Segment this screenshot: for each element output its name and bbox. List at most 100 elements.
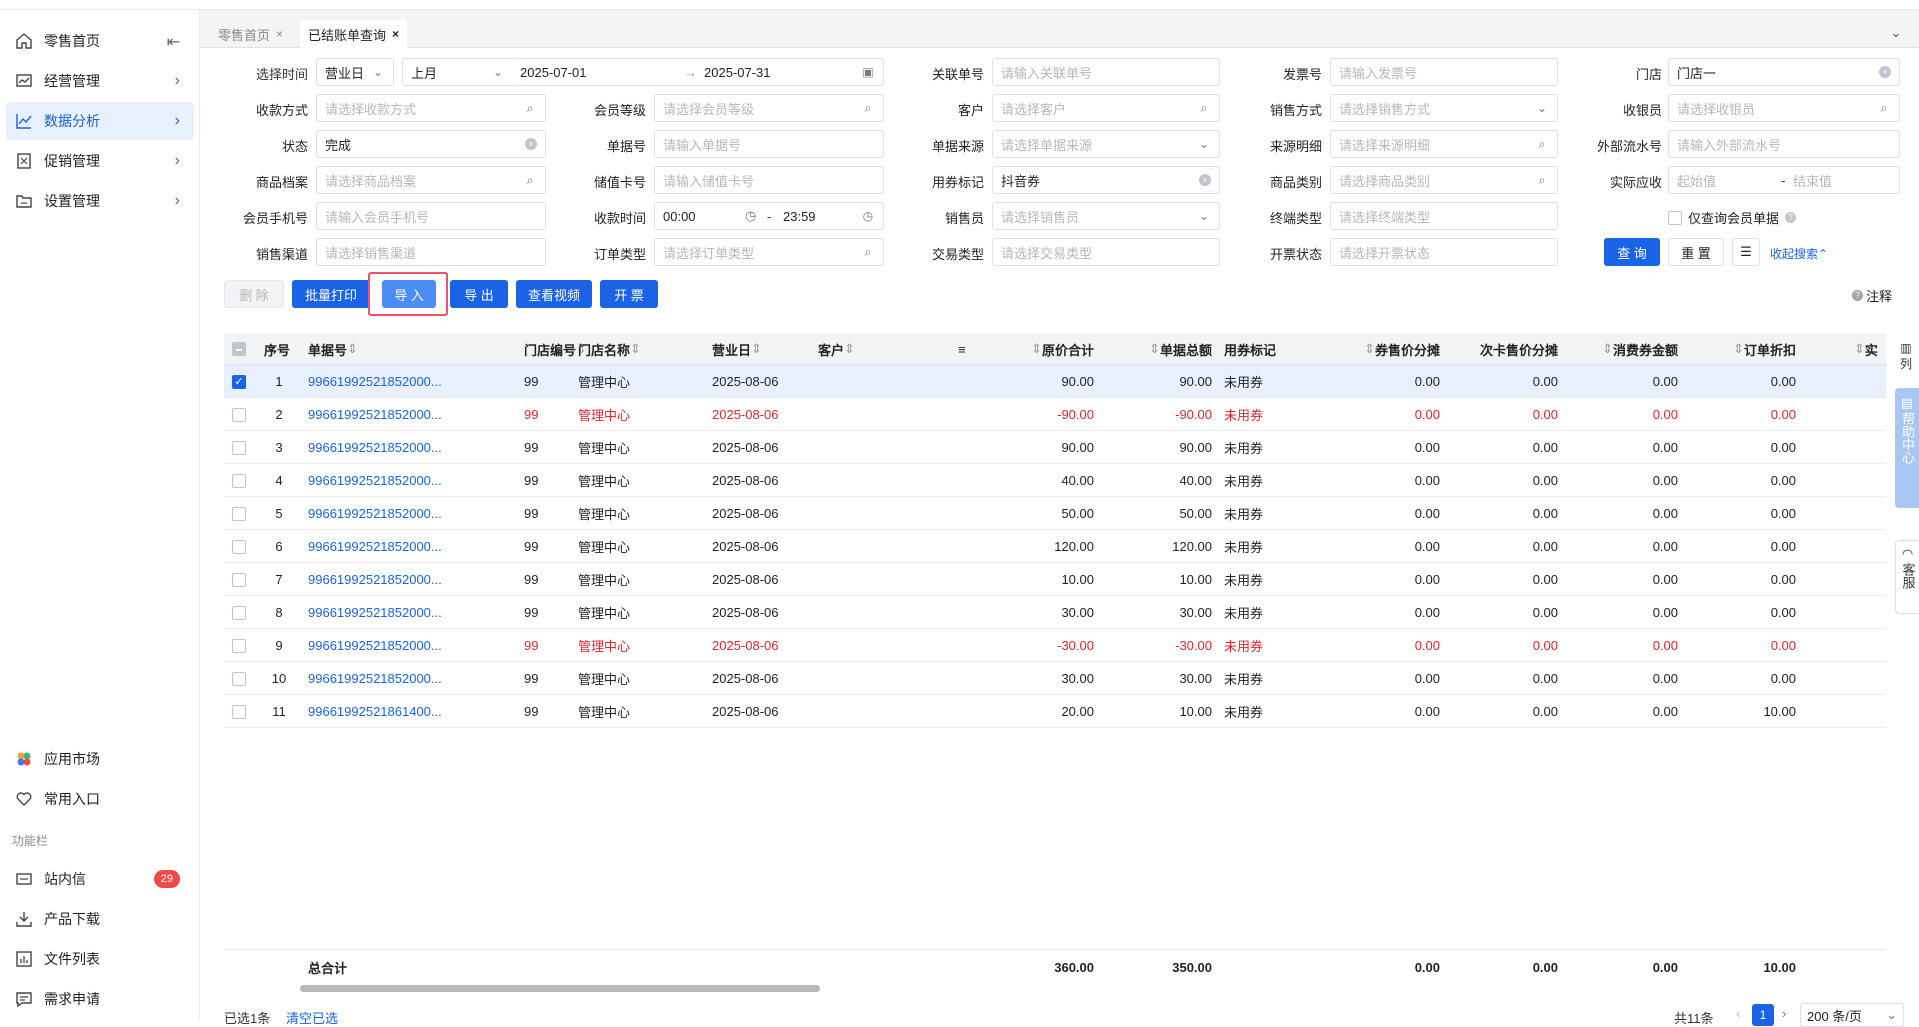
member-level-select[interactable]: 请选择会员等级 ⌕ bbox=[654, 94, 884, 122]
col-more[interactable]: ⇕ 实 bbox=[1854, 333, 1878, 365]
actual-due-range[interactable]: 起始值 - 结束值 bbox=[1668, 166, 1900, 194]
goods-cat-select[interactable]: 请选择商品类别 ⌕ bbox=[1330, 166, 1558, 194]
time-end[interactable]: 23:59 bbox=[783, 209, 816, 224]
checkbox[interactable] bbox=[232, 539, 246, 554]
checkbox[interactable] bbox=[232, 638, 246, 653]
delete-button[interactable]: 删 除 bbox=[224, 280, 284, 308]
select-all-checkbox[interactable] bbox=[232, 333, 246, 365]
row-checkbox[interactable] bbox=[232, 497, 246, 530]
cell-doc-no[interactable]: 99661992521852000... bbox=[308, 629, 516, 662]
horizontal-scrollbar[interactable] bbox=[300, 985, 820, 992]
clear-selection-link[interactable]: 清空已选 bbox=[286, 1008, 338, 1027]
col-doc-no[interactable]: 单据号 ⇕ bbox=[308, 333, 358, 365]
time-type-select[interactable]: 营业日 ⌄ bbox=[316, 58, 394, 86]
doc-no-input[interactable]: 请输入单据号 bbox=[654, 130, 884, 158]
range-start[interactable]: 起始值 bbox=[1677, 171, 1716, 190]
salesman-select[interactable]: 请选择销售员 ⌄ bbox=[992, 202, 1220, 230]
collect-time-range[interactable]: 00:00 ◷ - 23:59 ◷ bbox=[654, 202, 884, 230]
help-icon[interactable]: ? bbox=[1785, 212, 1797, 223]
row-checkbox[interactable] bbox=[232, 398, 246, 431]
col-order-discount[interactable]: ⇕ 订单折扣 bbox=[1688, 333, 1796, 365]
sidebar-item-downloads[interactable]: 产品下载 bbox=[6, 900, 194, 938]
stored-card-input[interactable]: 请输入储值卡号 bbox=[654, 166, 884, 194]
sidebar-item-app-market[interactable]: 应用市场 bbox=[6, 740, 194, 778]
customer-select[interactable]: 请选择客户 ⌕ bbox=[992, 94, 1220, 122]
checkbox[interactable] bbox=[232, 671, 246, 686]
goods-select[interactable]: 请选择商品档案 ⌕ bbox=[316, 166, 546, 194]
col-coupon-share[interactable]: ⇕ 券售价分摊 bbox=[1344, 333, 1440, 365]
cell-doc-no[interactable]: 99661992521861400... bbox=[308, 695, 516, 728]
chevron-down-icon[interactable]: ⌄ bbox=[1885, 22, 1907, 44]
trade-type-select[interactable]: 请选择交易类型 bbox=[992, 238, 1220, 266]
checkbox[interactable] bbox=[232, 605, 246, 620]
import-button[interactable]: 导 入 bbox=[382, 280, 436, 308]
cell-doc-no[interactable]: 99661992521852000... bbox=[308, 596, 516, 629]
query-button[interactable]: 查 询 bbox=[1604, 238, 1660, 266]
table-row[interactable]: 4 99661992521852000... 99 管理中心 2025-08-06 40.… bbox=[224, 464, 1886, 497]
table-row[interactable]: ✓ 1 99661992521852000... 99 管理中心 2025-08-06 90… bbox=[224, 365, 1886, 398]
help-center-button[interactable]: ▤ 帮助中心 bbox=[1895, 388, 1919, 508]
source-detail-select[interactable]: 请选择来源明细 ⌕ bbox=[1330, 130, 1558, 158]
customer-service-button[interactable]: ◠ 客服 bbox=[1895, 540, 1919, 614]
period-select[interactable]: 上月 ⌄ bbox=[402, 58, 514, 86]
cell-doc-no[interactable]: 99661992521852000... bbox=[308, 530, 516, 563]
sidebar-item-business[interactable]: 经营管理 › bbox=[6, 62, 194, 100]
store-select[interactable]: 门店一 × bbox=[1668, 58, 1900, 86]
table-row[interactable]: 7 99661992521852000... 99 管理中心 2025-08-06 10.… bbox=[224, 563, 1886, 596]
checkbox[interactable] bbox=[1668, 210, 1682, 225]
sidebar-item-settings[interactable]: 设置管理 › bbox=[6, 182, 194, 220]
sidebar-item-common-entry[interactable]: 常用入口 bbox=[6, 780, 194, 818]
cell-doc-no[interactable]: 99661992521852000... bbox=[308, 662, 516, 695]
member-phone-input[interactable]: 请输入会员手机号 bbox=[316, 202, 546, 230]
advanced-filter-icon[interactable]: ☰ bbox=[1732, 238, 1760, 266]
cell-doc-no[interactable]: 99661992521852000... bbox=[308, 497, 516, 530]
time-start[interactable]: 00:00 bbox=[663, 209, 696, 224]
sale-method-select[interactable]: 请选择销售方式 ⌄ bbox=[1330, 94, 1558, 122]
row-checkbox[interactable] bbox=[232, 464, 246, 497]
sidebar-item-promotion[interactable]: 促销管理 › bbox=[6, 142, 194, 180]
sidebar-item-file-list[interactable]: 文件列表 bbox=[6, 940, 194, 978]
cell-doc-no[interactable]: 99661992521852000... bbox=[308, 365, 516, 398]
row-checkbox[interactable] bbox=[232, 530, 246, 563]
checkbox[interactable] bbox=[232, 342, 246, 356]
checkbox[interactable] bbox=[232, 407, 246, 422]
status-select[interactable]: 完成 × bbox=[316, 130, 546, 158]
table-row[interactable]: 6 99661992521852000... 99 管理中心 2025-08-06 120… bbox=[224, 530, 1886, 563]
invoice-no-input[interactable]: 请输入发票号 bbox=[1330, 58, 1558, 86]
ext-serial-input[interactable]: 请输入外部流水号 bbox=[1668, 130, 1900, 158]
row-checkbox[interactable] bbox=[232, 563, 246, 596]
view-video-button[interactable]: 查看视频 bbox=[516, 280, 592, 308]
tab-settled-bills[interactable]: 已结账单查询 × bbox=[300, 20, 408, 48]
channel-input[interactable]: 请选择销售渠道 bbox=[316, 238, 546, 266]
col-doc-total[interactable]: ⇕ 单据总额 bbox=[1108, 333, 1212, 365]
checkbox[interactable] bbox=[232, 572, 246, 587]
row-checkbox[interactable] bbox=[232, 431, 246, 464]
col-customer[interactable]: 客户 ⇕ bbox=[818, 333, 855, 365]
invoice-status-select[interactable]: 请选择开票状态 bbox=[1330, 238, 1558, 266]
row-checkbox[interactable] bbox=[232, 662, 246, 695]
coupon-flag-select[interactable]: 抖音券 × bbox=[992, 166, 1220, 194]
sidebar-item-messages[interactable]: 站内信 29 bbox=[6, 860, 194, 898]
column-menu-icon[interactable]: ≡ bbox=[958, 333, 966, 365]
related-no-input[interactable]: 请输入关联单号 bbox=[992, 58, 1220, 86]
table-row[interactable]: 10 99661992521852000... 99 管理中心 2025-08-06 30… bbox=[224, 662, 1886, 695]
row-checkbox[interactable] bbox=[232, 596, 246, 629]
cell-doc-no[interactable]: 99661992521852000... bbox=[308, 431, 516, 464]
table-row[interactable]: 8 99661992521852000... 99 管理中心 2025-08-06 30.… bbox=[224, 596, 1886, 629]
sidebar-item-data-analysis[interactable]: 数据分析 › bbox=[6, 102, 194, 140]
cashier-select[interactable]: 请选择收银员 ⌕ bbox=[1668, 94, 1900, 122]
page-current[interactable]: 1 bbox=[1752, 1004, 1774, 1026]
export-button[interactable]: 导 出 bbox=[450, 280, 508, 308]
invoice-button[interactable]: 开 票 bbox=[600, 280, 658, 308]
note-link[interactable]: ? 注释 bbox=[1852, 286, 1892, 305]
collapse-search-link[interactable]: 收起搜索⌃ bbox=[1770, 245, 1828, 262]
checkbox[interactable] bbox=[232, 440, 246, 455]
date-range-picker[interactable]: 2025-07-01 → 2025-07-31 ▣ bbox=[512, 58, 884, 86]
table-row[interactable]: 5 99661992521852000... 99 管理中心 2025-08-06 50.… bbox=[224, 497, 1886, 530]
clear-icon[interactable]: × bbox=[1879, 66, 1891, 78]
clear-icon[interactable]: × bbox=[525, 138, 537, 150]
checkbox[interactable] bbox=[232, 506, 246, 521]
terminal-type-select[interactable]: 请选择终端类型 bbox=[1330, 202, 1558, 230]
table-row[interactable]: 3 99661992521852000... 99 管理中心 2025-08-06 90.… bbox=[224, 431, 1886, 464]
row-checkbox[interactable] bbox=[232, 695, 246, 728]
